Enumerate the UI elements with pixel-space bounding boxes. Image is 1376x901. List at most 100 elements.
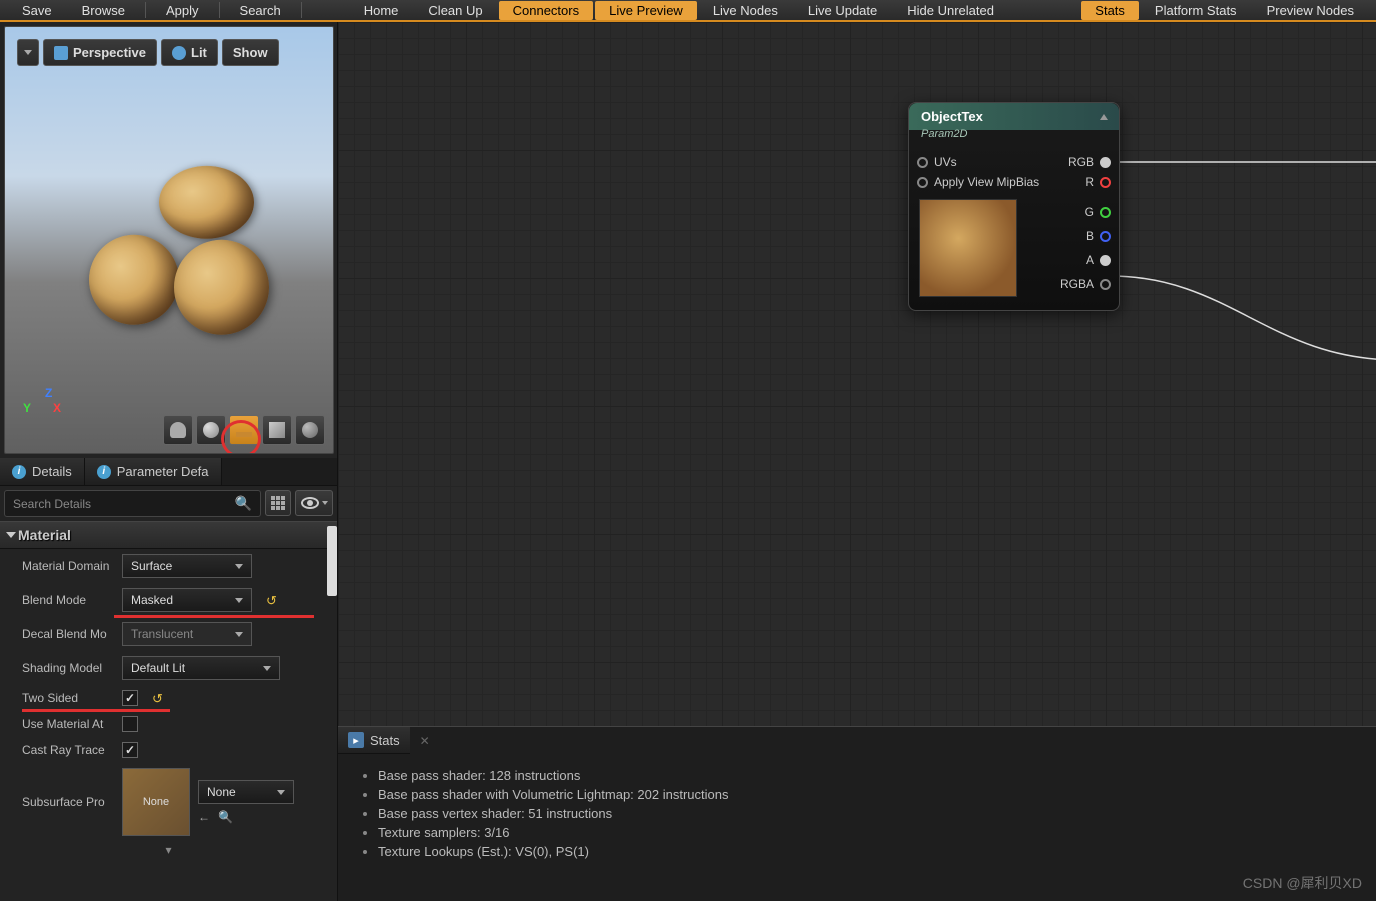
two-sided-checkbox[interactable] [122,690,138,706]
expand-icon[interactable]: ▾ [165,843,171,857]
search-input[interactable]: Search Details 🔍 [4,490,261,517]
tab-stats[interactable]: ▸ Stats [338,727,410,754]
expand-icon [6,532,16,538]
menu-hideunrelated[interactable]: Hide Unrelated [893,1,1008,20]
search-icon: 🔍 [235,495,252,512]
decal-blend-combo: Translucent [122,622,252,646]
menu-stats[interactable]: Stats [1081,1,1139,20]
chevron-down-icon [235,632,243,637]
tab-parameter-defaults[interactable]: i Parameter Defa [85,458,222,485]
view-options-button[interactable] [295,490,333,516]
subsurface-thumbnail[interactable]: None [122,768,190,836]
menu-livenodes[interactable]: Live Nodes [699,1,792,20]
details-panel: Material Material Domain Surface Blend M… [0,521,337,901]
shape-cylinder-button[interactable] [163,415,193,445]
menu-cleanup[interactable]: Clean Up [414,1,496,20]
chevron-down-icon [277,790,285,795]
pin-r-out[interactable]: R [1085,175,1111,189]
pin-rgb-out[interactable]: RGB [1068,155,1111,169]
prop-decal-blend: Decal Blend Mo Translucent [0,617,337,651]
chevron-down-icon [235,598,243,603]
prop-cast-ray-trace: Cast Ray Trace [0,737,337,763]
shape-custom-button[interactable] [295,415,325,445]
lit-button[interactable]: Lit [161,39,218,66]
plane-icon [236,432,252,437]
shape-cube-button[interactable] [262,415,292,445]
menu-livepreview[interactable]: Live Preview [595,1,697,20]
stats-line: Texture samplers: 3/16 [378,825,1352,840]
menu-home[interactable]: Home [350,1,413,20]
menu-search[interactable]: Search [226,1,295,20]
use-selected-button[interactable]: ← [198,810,210,824]
property-tabs: i Details i Parameter Defa [0,458,337,486]
shading-model-combo[interactable]: Default Lit [122,656,280,680]
stats-line: Base pass shader with Volumetric Lightma… [378,787,1352,802]
prop-blend-mode: Blend Mode Masked ↺ [0,583,337,617]
stats-panel: ▸ Stats ✕ Base pass shader: 128 instruct… [338,726,1376,901]
menu-browse[interactable]: Browse [68,1,139,20]
pin-b-out[interactable]: B [1086,229,1111,243]
blend-mode-combo[interactable]: Masked [122,588,252,612]
pin-a-out[interactable]: A [1086,253,1111,267]
top-menu-bar: Save Browse Apply Search Home Clean Up C… [0,0,1376,22]
prop-subsurface-profile: Subsurface Pro None None ← 🔍 [0,763,337,841]
viewport-options-button[interactable] [17,39,39,66]
cube-icon [269,422,285,438]
shape-plane-button[interactable] [229,415,259,445]
info-icon: i [12,465,26,479]
pin-mipbias-in[interactable]: Apply View MipBias [917,175,1039,189]
reset-button[interactable]: ↺ [152,691,168,705]
pin-rgba-out[interactable]: RGBA [1060,277,1111,291]
material-domain-combo[interactable]: Surface [122,554,252,578]
cube-icon [54,46,68,60]
pin-uvs-in[interactable]: UVs [917,155,957,169]
subsurface-combo[interactable]: None [198,780,294,804]
wire-rgb-basecolor [1110,156,1376,176]
prop-use-material-attrs: Use Material At [0,711,337,737]
preview-viewport[interactable]: Perspective Lit Show Z X Y [4,26,334,454]
menu-separator [301,2,302,18]
menu-save[interactable]: Save [8,1,66,20]
node-objecttex[interactable]: ObjectTex Param2D UVs RGB Apply View Mip… [908,102,1120,311]
info-icon: i [97,465,111,479]
collapse-icon[interactable] [1100,114,1108,120]
shape-sphere-button[interactable] [196,415,226,445]
eye-icon [301,497,319,509]
prop-shading-model: Shading Model Default Lit [0,651,337,685]
chevron-down-icon [235,564,243,569]
pin-g-out[interactable]: G [1085,205,1111,219]
prop-material-domain: Material Domain Surface [0,549,337,583]
cast-ray-checkbox[interactable] [122,742,138,758]
perspective-button[interactable]: Perspective [43,39,157,66]
menu-separator [145,2,146,18]
grid-icon [271,496,285,510]
menu-connectors[interactable]: Connectors [499,1,593,20]
browse-button[interactable]: 🔍 [218,810,233,824]
texture-preview [919,199,1017,297]
menu-separator [219,2,220,18]
chevron-down-icon [263,666,271,671]
prop-two-sided: Two Sided ↺ [0,685,337,711]
stats-line: Base pass vertex shader: 51 instructions [378,806,1352,821]
show-button[interactable]: Show [222,39,279,66]
menu-previewnodes[interactable]: Preview Nodes [1253,1,1368,20]
menu-platformstats[interactable]: Platform Stats [1141,1,1251,20]
close-tab-button[interactable]: ✕ [420,734,430,748]
sphere-icon [172,46,186,60]
mesh-icon [302,422,318,438]
menu-liveupdate[interactable]: Live Update [794,1,891,20]
tab-details[interactable]: i Details [0,458,85,485]
sphere-icon [203,422,219,438]
axis-gizmo: Z X Y [23,375,63,415]
material-graph[interactable]: ObjectTex Param2D UVs RGB Apply View Mip… [338,22,1376,726]
section-material[interactable]: Material [0,521,337,549]
property-matrix-button[interactable] [265,490,291,516]
use-material-checkbox[interactable] [122,716,138,732]
stats-output: Base pass shader: 128 instructionsBase p… [338,754,1376,873]
node-title: ObjectTex [921,109,983,124]
reset-button[interactable]: ↺ [266,593,282,607]
stats-icon: ▸ [348,732,364,748]
stats-line: Texture Lookups (Est.): VS(0), PS(1) [378,844,1352,859]
preview-mesh [49,125,289,365]
menu-apply[interactable]: Apply [152,1,213,20]
